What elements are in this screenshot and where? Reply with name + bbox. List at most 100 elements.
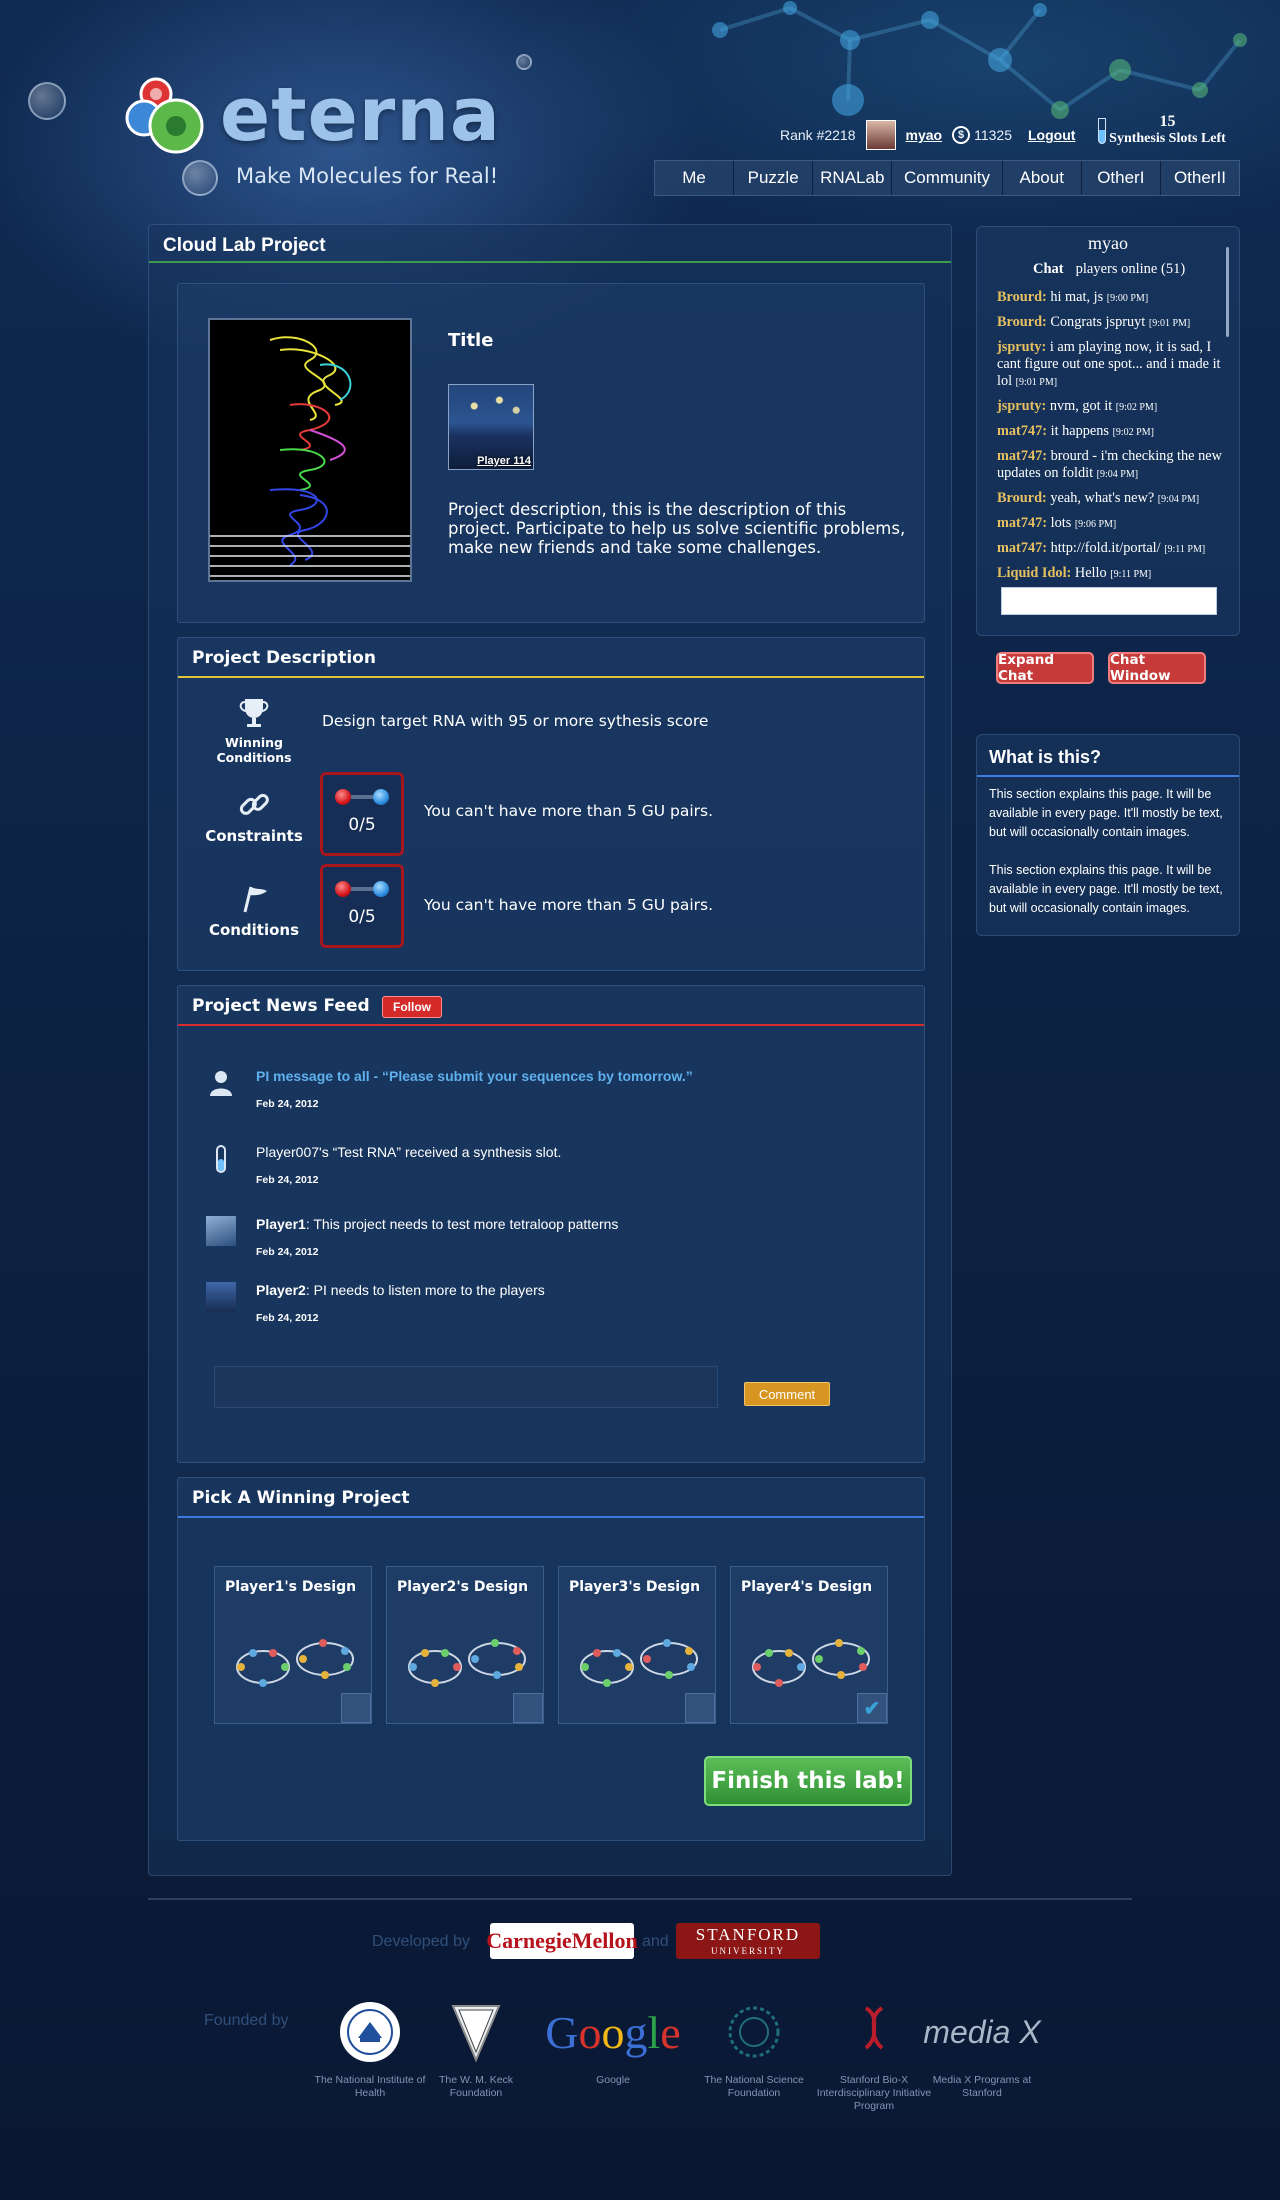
red-base-icon — [335, 881, 351, 897]
feed-date: Feb 24, 2012 — [256, 1174, 319, 1186]
chat-message: mat747: lots [9:06 PM] — [997, 515, 1223, 533]
slots-count: 15 — [1159, 113, 1176, 130]
carnegie-mellon-logo[interactable]: CarnegieMellon — [486, 1923, 638, 1959]
conditions-label: Conditions — [208, 921, 300, 939]
chat-header: Chat players online (51) — [1033, 261, 1185, 278]
comment-input[interactable] — [214, 1366, 718, 1408]
design-name: Player3's Design — [569, 1579, 701, 1595]
conditions-text: You can't have more than 5 GU pairs. — [424, 896, 714, 914]
chat-window-button[interactable]: Chat Window — [1108, 652, 1206, 684]
chat-message: Liquid Idol: Hello [9:11 PM] — [997, 565, 1223, 583]
follow-button[interactable]: Follow — [382, 996, 442, 1018]
chat-time: [9:02 PM] — [1112, 427, 1154, 438]
info-paragraph: This section explains this page. It will… — [989, 863, 1223, 915]
sponsor-mediax[interactable]: media X Media X Programs at Stanford — [922, 1996, 1042, 2100]
constraints-count: 0/5 — [348, 815, 376, 835]
username-link[interactable]: myao — [906, 127, 943, 143]
sponsor-nsf[interactable]: The National Science Foundation — [694, 1996, 814, 2100]
select-checkbox[interactable] — [685, 1693, 715, 1723]
feed-author[interactable]: Player1 — [256, 1216, 306, 1232]
flag-icon — [243, 886, 267, 913]
cloud-lab-panel: Cloud Lab Project Title Player 114 Proje… — [148, 224, 952, 1876]
chat-panel: myao Chat players online (51) Brourd: hi … — [976, 226, 1240, 636]
design-card[interactable]: Player4's Design ✔ — [730, 1566, 888, 1724]
design-card[interactable]: Player1's Design — [214, 1566, 372, 1724]
comment-button[interactable]: Comment — [744, 1382, 830, 1406]
chat-author[interactable]: Brourd: — [997, 314, 1047, 330]
feed-author[interactable]: Player2 — [256, 1282, 306, 1298]
chat-message: jspruty: nvm, got it [9:02 PM] — [997, 398, 1223, 416]
player1-avatar-icon[interactable] — [206, 1216, 236, 1246]
nav-puzzle[interactable]: Puzzle — [734, 161, 814, 195]
select-checkbox[interactable] — [341, 1693, 371, 1723]
player-thumbnail[interactable]: Player 114 — [448, 384, 534, 470]
chat-author[interactable]: Liquid Idol: — [997, 565, 1071, 581]
sponsor-biox[interactable]: Stanford Bio-X Interdisciplinary Initiat… — [814, 1996, 934, 2113]
feed-date: Feb 24, 2012 — [256, 1098, 319, 1110]
chat-input[interactable] — [1001, 587, 1217, 615]
nav-community[interactable]: Community — [892, 161, 1003, 195]
eterna-logo[interactable]: eterna Make Molecules for Real! — [122, 70, 502, 190]
chat-text: nvm, got it — [1046, 398, 1113, 414]
feed-text[interactable]: PI message to all - “Please submit your … — [256, 1068, 693, 1084]
nav-me[interactable]: Me — [655, 161, 735, 195]
nav-about[interactable]: About — [1003, 161, 1082, 195]
player2-avatar-icon[interactable] — [206, 1282, 236, 1312]
chat-author[interactable]: Brourd: — [997, 289, 1047, 305]
chat-author[interactable]: jspruty: — [997, 339, 1046, 355]
stanford-logo-bottom: UNIVERSITY — [711, 1946, 785, 1956]
expand-chat-button[interactable]: Expand Chat — [996, 652, 1094, 684]
chat-tab[interactable]: Chat — [1033, 261, 1064, 277]
logout-link[interactable]: Logout — [1028, 127, 1075, 143]
main-nav: Me Puzzle RNALab Community About OtherI … — [654, 160, 1240, 196]
nav-other-ii[interactable]: OtherII — [1161, 161, 1239, 195]
sponsor-nih[interactable]: The National Institute of Health — [310, 1996, 430, 2100]
finish-lab-button[interactable]: Finish this lab! — [704, 1756, 912, 1806]
feed-text: Player007's “Test RNA” received a synthe… — [256, 1144, 562, 1160]
stanford-logo[interactable]: STANFORD UNIVERSITY — [676, 1923, 820, 1959]
nih-logo — [340, 2002, 400, 2062]
design-card[interactable]: Player2's Design — [386, 1566, 544, 1724]
avatar[interactable] — [865, 120, 896, 150]
thumbnail-caption[interactable]: Player 114 — [477, 455, 531, 467]
feed-text: Player1: This project needs to test more… — [256, 1216, 618, 1232]
page-title: Cloud Lab Project — [163, 235, 326, 256]
chat-author[interactable]: mat747: — [997, 423, 1047, 439]
info-panel: What is this? This section explains this… — [976, 734, 1240, 936]
sponsor-caption: The National Institute of Health — [314, 2074, 426, 2099]
nav-other-i[interactable]: OtherI — [1082, 161, 1161, 195]
nav-rnalab[interactable]: RNALab — [813, 161, 893, 195]
section-divider — [178, 1516, 924, 1518]
chat-time: [9:01 PM] — [1015, 377, 1058, 388]
chat-time: [9:04 PM] — [1096, 469, 1139, 480]
chat-time: [9:11 PM] — [1110, 569, 1152, 580]
select-checkbox[interactable] — [513, 1693, 543, 1723]
constraints-label: Constraints — [205, 827, 303, 845]
conditions-count: 0/5 — [348, 907, 376, 927]
chat-message: mat747: brourd - i'm checking the new up… — [997, 448, 1223, 483]
user-bar: Rank #2218 myao $ 11325 Logout — [780, 120, 1075, 150]
blue-base-icon — [373, 789, 389, 805]
checkmark-icon[interactable]: ✔ — [857, 1693, 887, 1723]
sponsor-google[interactable]: Google Google — [545, 1996, 680, 2087]
chat-author[interactable]: mat747: — [997, 448, 1047, 464]
decorative-bubble — [28, 82, 66, 120]
rna-design-preview — [408, 1639, 526, 1687]
sponsor-keck[interactable]: The W. M. Keck Foundation — [416, 1996, 536, 2100]
chat-scrollbar[interactable] — [1226, 247, 1229, 337]
design-name: Player4's Design — [741, 1579, 873, 1595]
chat-author[interactable]: jspruty: — [997, 398, 1046, 414]
project-summary: Project description, this is the descrip… — [448, 500, 906, 557]
eterna-logo-icon — [125, 77, 204, 154]
constraints-text: You can't have more than 5 GU pairs. — [424, 802, 714, 820]
link-icon — [239, 793, 269, 815]
winning-conditions-label: Winning Conditions — [216, 735, 292, 765]
footer-divider — [148, 1898, 1132, 1900]
chat-author[interactable]: mat747: — [997, 540, 1047, 556]
chat-text: http://fold.it/portal/ — [1047, 540, 1161, 556]
chat-author[interactable]: Brourd: — [997, 490, 1047, 506]
design-card[interactable]: Player3's Design — [558, 1566, 716, 1724]
players-online-tab[interactable]: players online (51) — [1076, 261, 1186, 277]
chat-author[interactable]: mat747: — [997, 515, 1047, 531]
info-paragraph: This section explains this page. It will… — [989, 787, 1223, 839]
